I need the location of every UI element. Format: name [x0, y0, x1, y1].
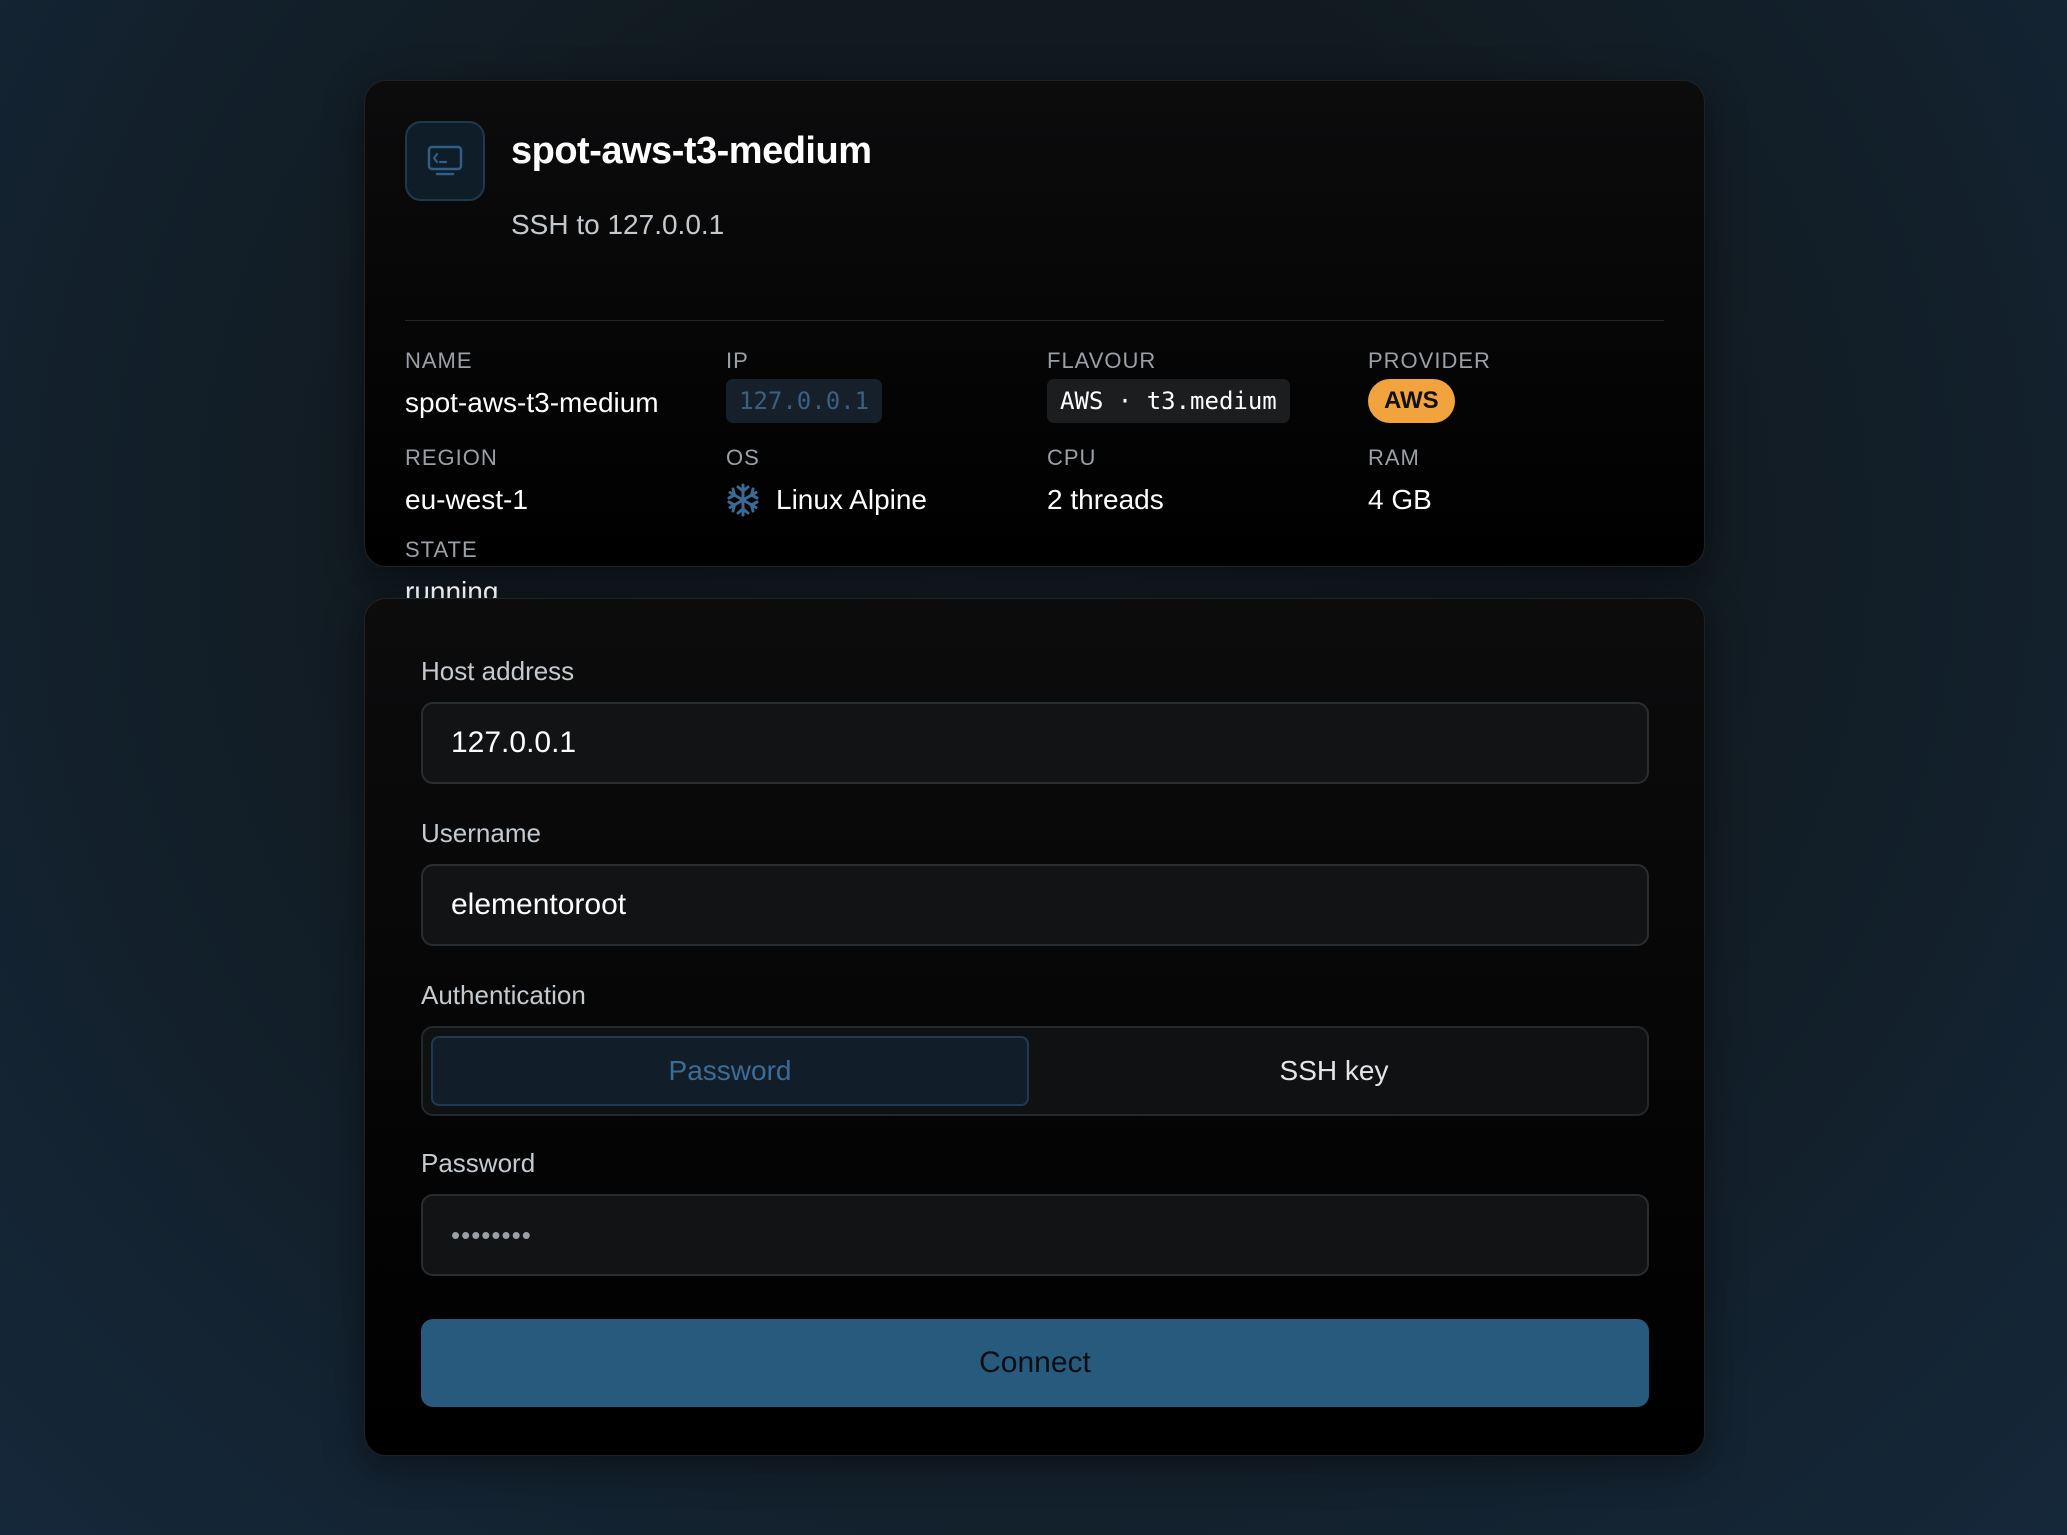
ip-chip: 127.0.0.1 — [726, 379, 883, 423]
detail-provider: PROVIDER AWS — [1368, 347, 1678, 423]
page-title: spot-aws-t3-medium — [511, 130, 872, 172]
snowflake-icon — [727, 483, 759, 517]
authentication-label: Authentication — [421, 980, 586, 1010]
connect-button[interactable]: Connect — [421, 1319, 1649, 1407]
detail-label: OS — [726, 445, 760, 470]
machine-info-card: spot-aws-t3-medium SSH to 127.0.0.1 NAME… — [364, 80, 1705, 607]
detail-name: NAME spot-aws-t3-medium — [405, 347, 715, 421]
host-address-label: Host address — [421, 656, 575, 686]
ssh-connect-form: Host address 127.0.0.1 Username elemento… — [364, 598, 1705, 1456]
username-label: Username — [421, 818, 541, 848]
detail-flavour: FLAVOUR AWS · t3.medium — [1047, 347, 1357, 423]
detail-os: OS Linux Alpine — [726, 444, 1036, 518]
detail-label: NAME — [405, 348, 473, 373]
terminal-icon — [405, 121, 485, 201]
detail-value: 4 GB — [1368, 484, 1432, 515]
auth-option-password[interactable]: Password — [431, 1036, 1029, 1106]
detail-value: eu-west-1 — [405, 484, 528, 515]
password-label: Password — [421, 1148, 536, 1178]
auth-option-ssh-key[interactable]: SSH key — [1035, 1036, 1633, 1106]
detail-ram: RAM 4 GB — [1368, 444, 1678, 518]
detail-region: REGION eu-west-1 — [405, 444, 715, 518]
detail-cpu: CPU 2 threads — [1047, 444, 1357, 518]
password-input[interactable]: •••••••• — [421, 1194, 1649, 1276]
detail-ip: IP 127.0.0.1 — [726, 347, 1036, 423]
detail-label: RAM — [1368, 445, 1420, 470]
detail-label: REGION — [405, 445, 498, 470]
detail-value: spot-aws-t3-medium — [405, 387, 659, 418]
detail-label: PROVIDER — [1368, 348, 1491, 373]
provider-badge: AWS — [1368, 379, 1455, 423]
host-address-input[interactable]: 127.0.0.1 — [421, 702, 1649, 784]
detail-label: STATE — [405, 537, 478, 562]
flavour-chip: AWS · t3.medium — [1047, 379, 1290, 423]
authentication-toggle: Password SSH key — [421, 1026, 1649, 1116]
username-input[interactable]: elementoroot — [421, 864, 1649, 946]
machine-header: spot-aws-t3-medium SSH to 127.0.0.1 — [405, 121, 1664, 321]
detail-label: FLAVOUR — [1047, 348, 1157, 373]
os-name: Linux Alpine — [776, 484, 928, 515]
page-subtitle: SSH to 127.0.0.1 — [511, 209, 725, 240]
detail-label: CPU — [1047, 445, 1097, 470]
detail-label: IP — [726, 348, 749, 373]
detail-value: 2 threads — [1047, 484, 1164, 515]
